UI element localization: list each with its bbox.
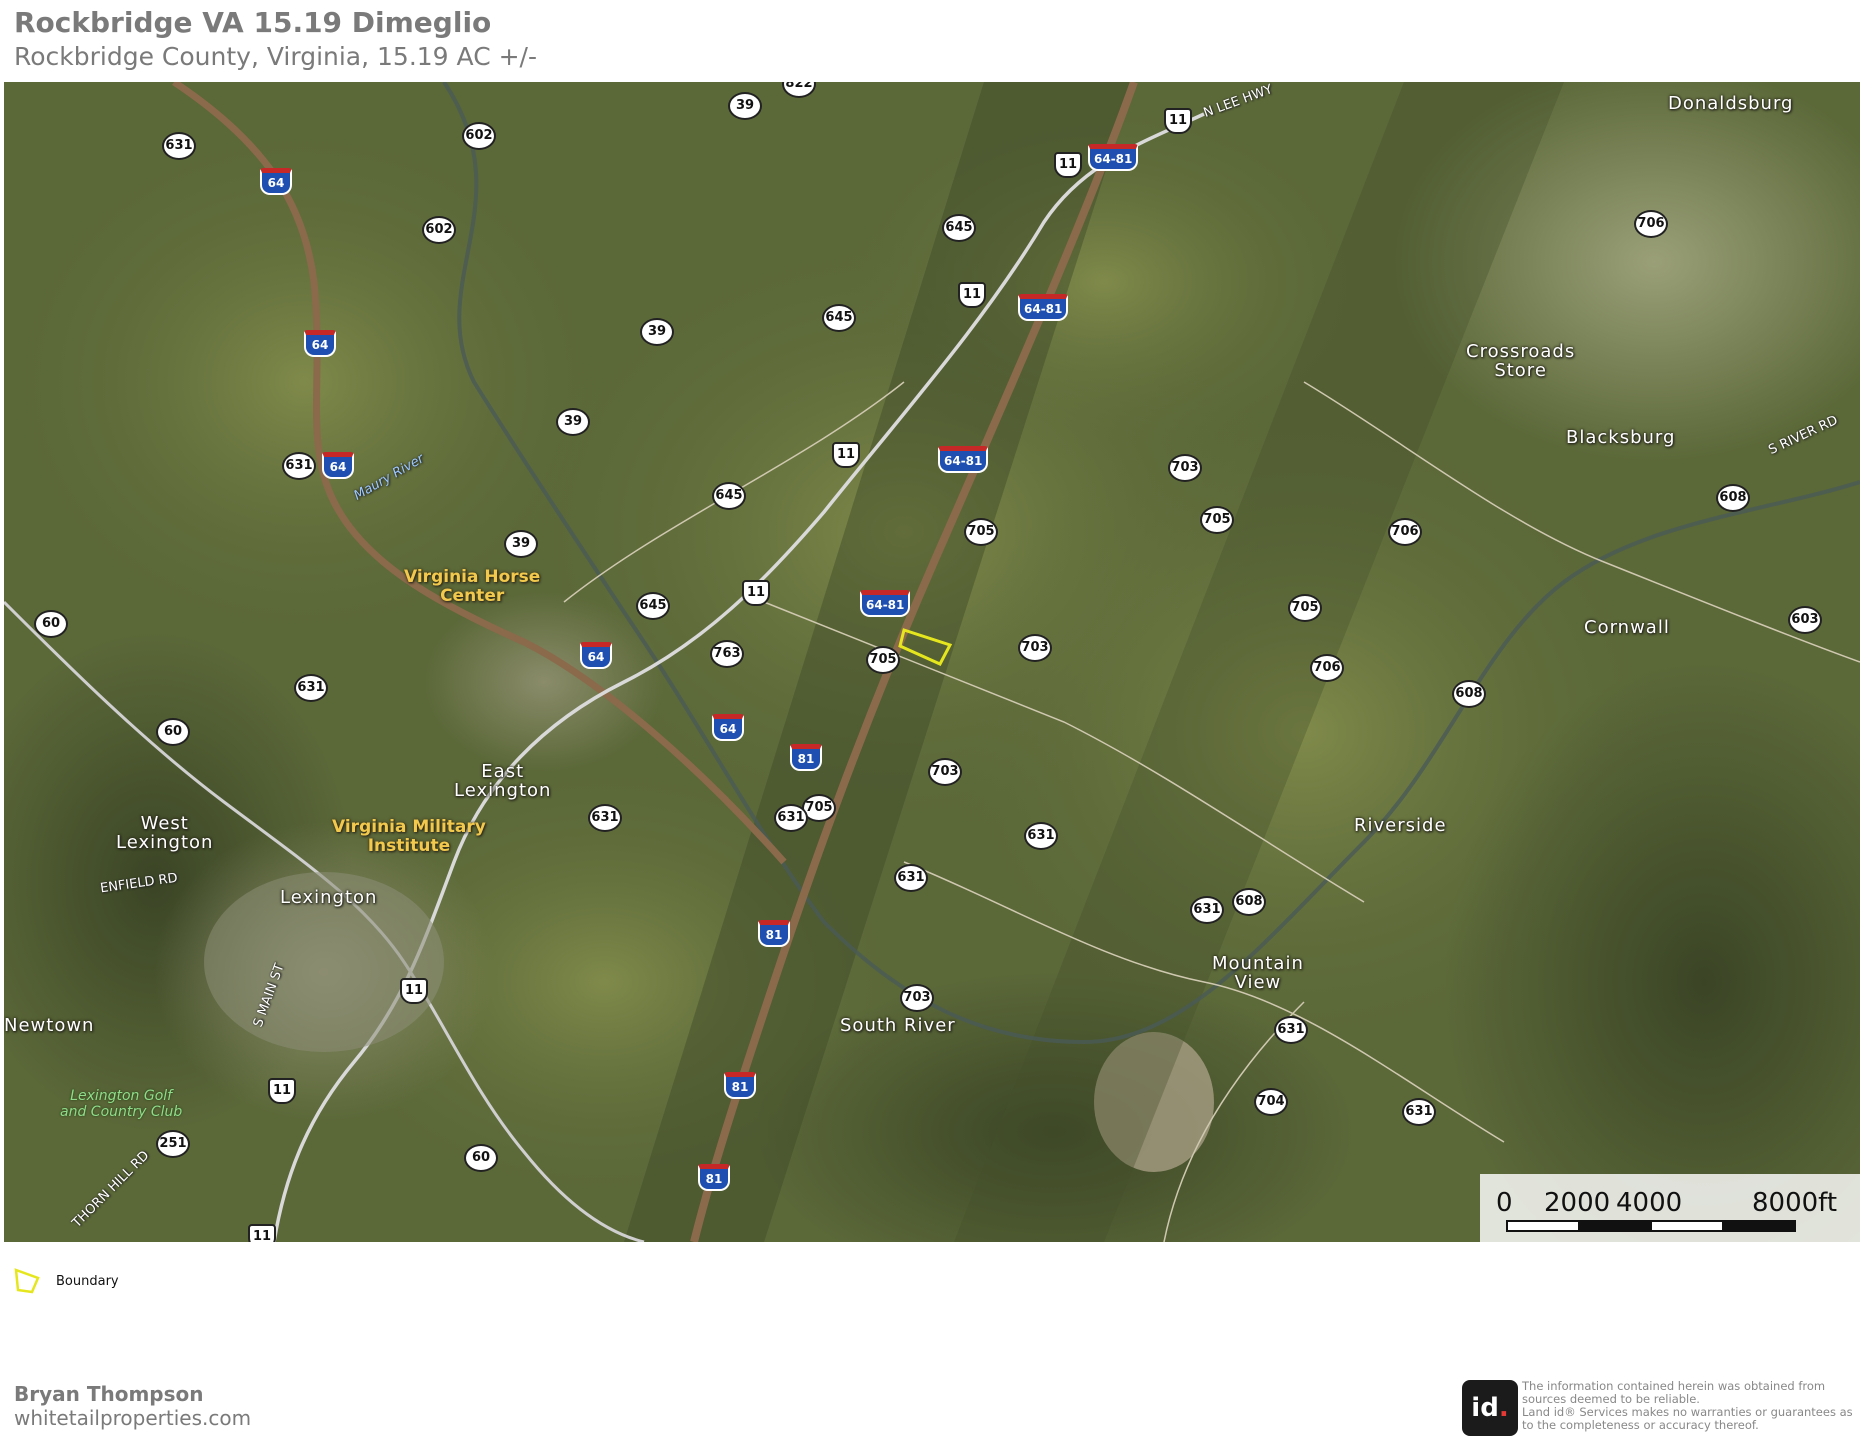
scale-label: 4000 (1616, 1188, 1683, 1218)
us-route-shield: 11 (958, 282, 986, 308)
interstate-shield: 64-81 (1018, 294, 1069, 321)
place-label: South River (840, 1015, 956, 1036)
poi-label: Virginia Military Institute (332, 817, 486, 856)
place-label: Lexington (280, 887, 378, 908)
route-shield: 603 (1788, 606, 1822, 634)
route-shield: 60 (156, 718, 190, 746)
map-subtitle: Rockbridge County, Virginia, 15.19 AC +/… (14, 42, 537, 71)
logo-text: id (1471, 1393, 1499, 1423)
us-route-shield: 11 (268, 1078, 296, 1104)
land-id-logo: id. (1462, 1380, 1518, 1436)
interstate-shield: 64-81 (938, 446, 989, 473)
place-label: Newtown (4, 1015, 95, 1036)
route-shield: 39 (556, 408, 590, 436)
us-route-shield: 11 (1164, 108, 1192, 134)
route-shield: 251 (156, 1130, 190, 1158)
route-shield: 631 (588, 804, 622, 832)
us-route-shield: 11 (248, 1224, 276, 1242)
route-shield: 631 (294, 674, 328, 702)
route-shield: 608 (1452, 680, 1486, 708)
interstate-shield: 81 (698, 1164, 730, 1191)
website-link[interactable]: whitetailproperties.com (14, 1406, 251, 1430)
route-shield: 60 (464, 1144, 498, 1172)
interstate-shield: 64 (304, 330, 336, 357)
route-shield: 631 (1190, 896, 1224, 924)
interstate-shield: 64-81 (1088, 144, 1139, 171)
route-shield: 706 (1634, 210, 1668, 238)
place-label: Mountain View (1212, 953, 1304, 993)
legend-label: Boundary (56, 1274, 119, 1289)
logo-dot: . (1498, 1393, 1509, 1423)
scale-segment (1722, 1220, 1796, 1232)
route-shield: 631 (774, 804, 808, 832)
poi-label: Lexington Golf and Country Club (60, 1088, 183, 1120)
route-shield: 645 (942, 214, 976, 242)
route-shield: 608 (1232, 888, 1266, 916)
us-route-shield: 11 (1054, 152, 1082, 178)
route-shield: 705 (1200, 506, 1234, 534)
place-label: Donaldsburg (1668, 93, 1794, 114)
map-legend: Boundary (12, 1266, 119, 1300)
satellite-map[interactable]: Donaldsburg Crossroads Store Blacksburg … (4, 82, 1860, 1242)
map-imagery (4, 82, 1860, 1242)
interstate-shield: 64-81 (860, 590, 911, 617)
route-shield: 645 (712, 482, 746, 510)
scale-segment (1506, 1220, 1580, 1232)
place-label: Riverside (1354, 815, 1447, 836)
route-shield: 631 (1274, 1016, 1308, 1044)
interstate-shield: 64 (580, 642, 612, 669)
interstate-shield: 64 (712, 714, 744, 741)
interstate-shield: 81 (758, 920, 790, 947)
poi-label: Virginia Horse Center (404, 567, 541, 606)
route-shield: 631 (894, 864, 928, 892)
scale-label: 2000 (1544, 1188, 1611, 1218)
scale-label: 8000ft (1752, 1188, 1838, 1218)
route-shield: 645 (636, 592, 670, 620)
route-shield: 39 (640, 318, 674, 346)
interstate-shield: 64 (322, 452, 354, 479)
route-shield: 706 (1310, 654, 1344, 682)
route-shield: 631 (1402, 1098, 1436, 1126)
route-shield: 631 (162, 132, 196, 160)
interstate-shield: 81 (724, 1072, 756, 1099)
route-shield: 705 (964, 518, 998, 546)
map-title: Rockbridge VA 15.19 Dimeglio (14, 6, 492, 39)
route-shield: 704 (1254, 1088, 1288, 1116)
route-shield: 631 (282, 452, 316, 480)
route-shield: 608 (1716, 484, 1750, 512)
place-label: Cornwall (1584, 617, 1670, 638)
route-shield: 645 (822, 304, 856, 332)
route-shield: 703 (1168, 454, 1202, 482)
us-route-shield: 11 (832, 442, 860, 468)
us-route-shield: 11 (400, 978, 428, 1004)
scale-segment (1578, 1220, 1652, 1232)
route-shield: 705 (866, 646, 900, 674)
place-label: East Lexington (454, 761, 552, 801)
route-shield: 703 (928, 758, 962, 786)
place-label: Crossroads Store (1466, 341, 1576, 381)
place-label: West Lexington (116, 813, 214, 853)
route-shield: 39 (504, 530, 538, 558)
route-shield: 703 (900, 984, 934, 1012)
boundary-legend-icon (14, 1268, 40, 1294)
route-shield: 602 (422, 216, 456, 244)
route-shield: 39 (728, 92, 762, 120)
us-route-shield: 11 (742, 580, 770, 606)
disclaimer-text: The information contained herein was obt… (1522, 1379, 1853, 1432)
interstate-shield: 64 (260, 168, 292, 195)
scale-segment (1650, 1220, 1724, 1232)
route-shield: 706 (1388, 518, 1422, 546)
agent-name: Bryan Thompson (14, 1382, 204, 1406)
route-shield: 602 (462, 122, 496, 150)
scale-bar: 0 2000 4000 8000ft (1480, 1174, 1860, 1242)
route-shield: 703 (1018, 634, 1052, 662)
route-shield: 631 (1024, 822, 1058, 850)
route-shield: 763 (710, 640, 744, 668)
place-label: Blacksburg (1566, 427, 1676, 448)
route-shield: 60 (34, 610, 68, 638)
scale-label: 0 (1496, 1188, 1513, 1218)
route-shield: 705 (1288, 594, 1322, 622)
interstate-shield: 81 (790, 744, 822, 771)
